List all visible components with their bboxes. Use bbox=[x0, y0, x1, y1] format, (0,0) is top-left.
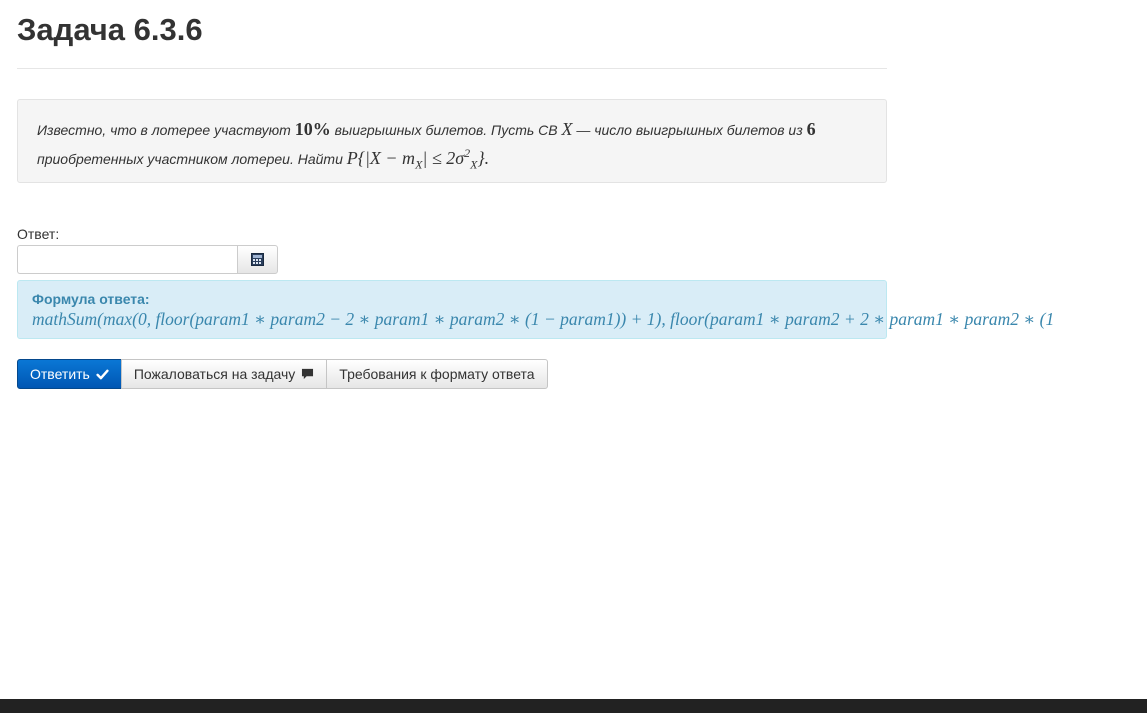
problem-statement: Известно, что в лотерее участвуют 10% вы… bbox=[17, 99, 887, 183]
submit-button-label: Ответить bbox=[30, 366, 90, 382]
problem-text: Известно, что в лотерее участвуют bbox=[37, 122, 295, 138]
math-expression: {|X − mX| ≤ 2σ2X}. bbox=[357, 146, 490, 172]
problem-text: приобретенных участником лотереи. Найти bbox=[37, 151, 347, 167]
calculator-icon bbox=[251, 253, 264, 266]
math-expression-part: {|X − m bbox=[357, 148, 416, 168]
problem-text: — число выигрышных билетов из bbox=[572, 122, 807, 138]
answer-row bbox=[17, 245, 887, 274]
complain-button-label: Пожаловаться на задачу bbox=[133, 366, 296, 382]
page-title: Задача 6.3.6 bbox=[17, 12, 203, 47]
format-requirements-label: Требования к формату ответа bbox=[339, 366, 535, 382]
title-divider bbox=[17, 68, 887, 69]
math-expression-part: }. bbox=[477, 148, 490, 168]
main-content: Задача 6.3.6 Известно, что в лотерее уча… bbox=[17, 0, 1054, 389]
math-percent: 10% bbox=[294, 119, 331, 139]
problem-text: выигрышных билетов. Пусть СВ bbox=[330, 122, 562, 138]
math-variable-x: X bbox=[561, 119, 573, 139]
page: Задача 6.3.6 Известно, что в лотерее уча… bbox=[0, 0, 1147, 713]
check-icon bbox=[96, 369, 109, 379]
action-buttons: Ответить Пожаловаться на задачу Требован… bbox=[17, 359, 887, 389]
complain-button[interactable]: Пожаловаться на задачу bbox=[120, 359, 328, 389]
math-number-n: 6 bbox=[806, 119, 816, 139]
math-expression-part: | ≤ 2σ bbox=[422, 148, 465, 168]
bottom-bar bbox=[0, 699, 1147, 713]
math-probability-p: P bbox=[346, 148, 358, 168]
answer-input[interactable] bbox=[17, 245, 237, 274]
submit-button[interactable]: Ответить bbox=[17, 359, 122, 389]
formula-heading: Формула ответа: bbox=[32, 291, 150, 307]
format-requirements-button[interactable]: Требования к формату ответа bbox=[326, 359, 548, 389]
calculator-button[interactable] bbox=[237, 245, 278, 274]
formula-text: mathSum(max(0, floor(param1 ∗ param2 − 2… bbox=[32, 309, 1055, 329]
answer-formula-box: Формула ответа: mathSum(max(0, floor(par… bbox=[17, 280, 1054, 339]
comment-icon bbox=[302, 368, 314, 380]
answer-label: Ответ: bbox=[17, 226, 60, 242]
